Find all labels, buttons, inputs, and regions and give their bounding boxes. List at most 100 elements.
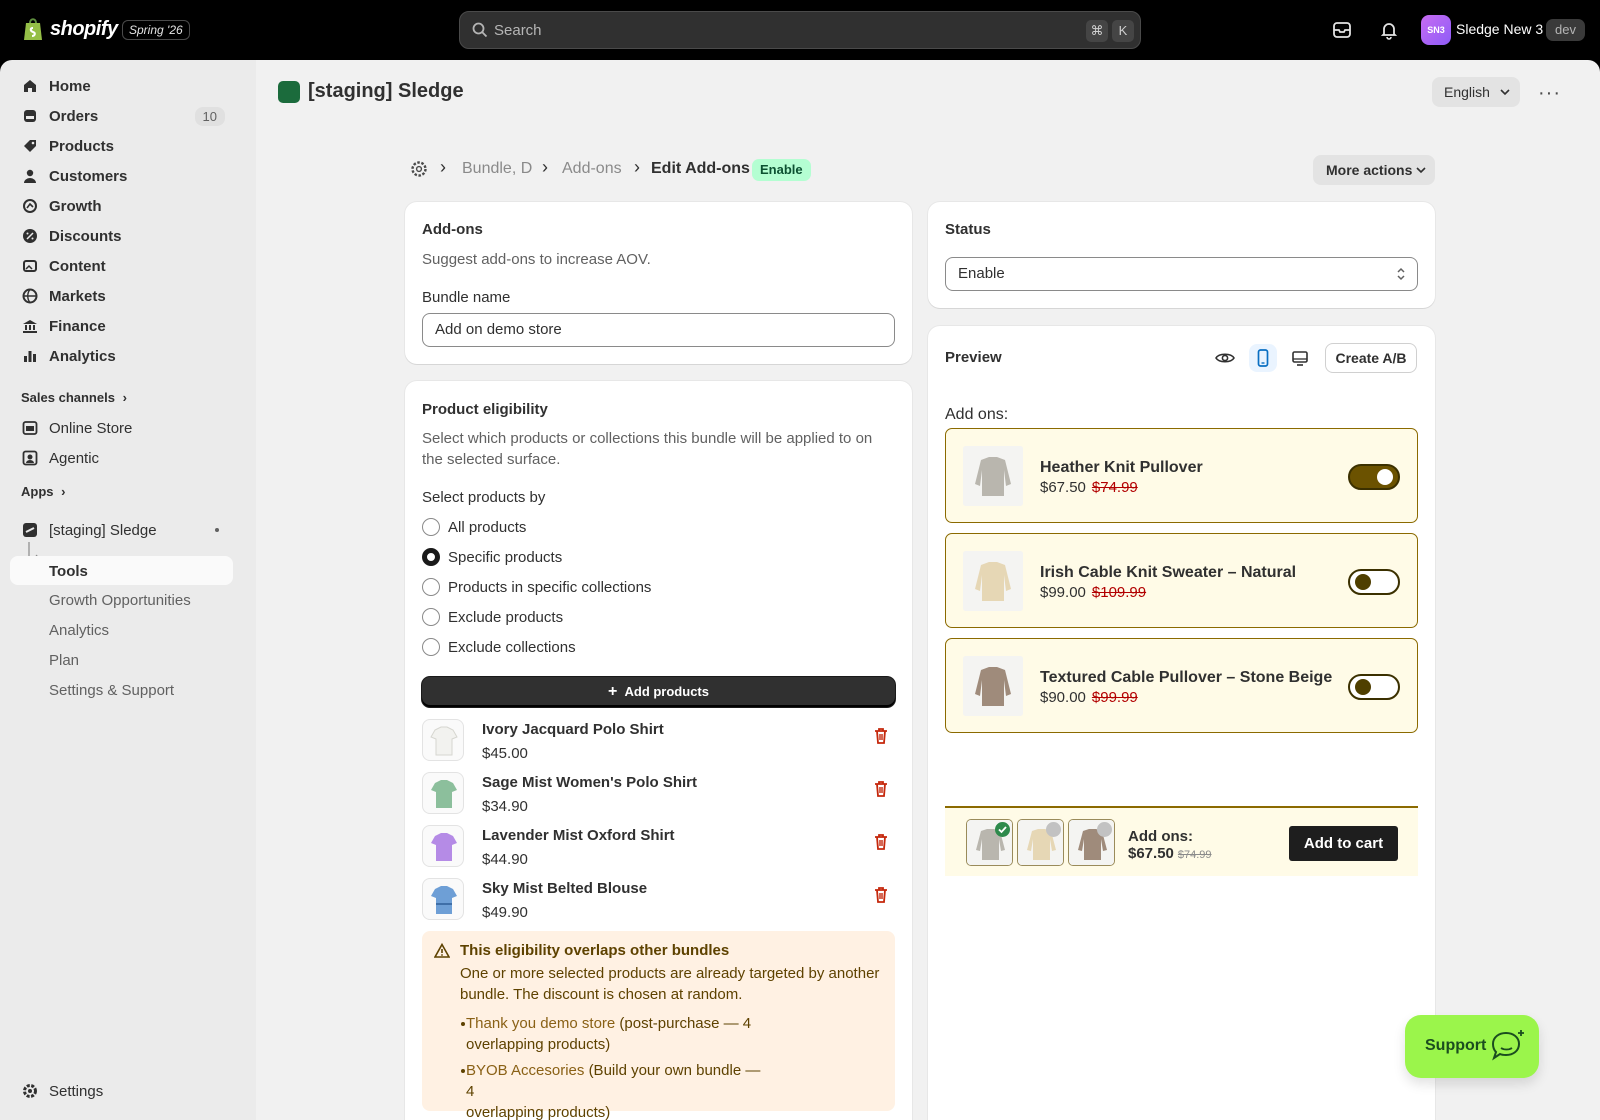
breadcrumb-addons[interactable]: Add-ons xyxy=(562,160,622,178)
support-label: Support xyxy=(1425,1037,1487,1054)
preview-desktop-button[interactable] xyxy=(1286,344,1314,372)
trash-icon[interactable] xyxy=(873,727,889,745)
addon-thumbnail xyxy=(963,551,1023,611)
radio-products-in-collections[interactable] xyxy=(422,578,440,596)
radio-exclude-collections[interactable] xyxy=(422,638,440,656)
addon-name: Heather Knit Pullover xyxy=(1040,459,1203,476)
sticky-old-price: $74.99 xyxy=(1177,849,1212,861)
sidebar-item-agentic[interactable]: Agentic xyxy=(10,444,233,472)
addon-price: $67.50 $74.99 xyxy=(1040,479,1138,496)
sledge-app-icon xyxy=(23,523,37,537)
person-icon xyxy=(24,169,36,183)
sticky-thumb[interactable] xyxy=(1068,819,1115,866)
trash-icon[interactable] xyxy=(873,780,889,798)
radio-exclude-products[interactable] xyxy=(422,608,440,626)
shopify-logo[interactable]: shopify xyxy=(22,16,118,42)
sidebar-subitem-analytics[interactable]: Analytics xyxy=(49,622,109,639)
more-options-icon[interactable]: ··· xyxy=(1538,82,1561,105)
product-thumbnail xyxy=(422,772,464,814)
radio-specific-products[interactable] xyxy=(422,548,440,566)
support-button[interactable]: Support xyxy=(1405,1015,1539,1078)
sidebar-item-growth[interactable]: Growth xyxy=(10,192,233,220)
page-title: [staging] Sledge xyxy=(308,80,464,102)
sidebar-item-label: Discounts xyxy=(49,228,122,245)
sticky-label: Add ons: xyxy=(1128,828,1193,845)
status-select[interactable]: Enable xyxy=(945,257,1418,291)
sticky-thumb[interactable] xyxy=(1017,819,1064,866)
overlap-detail: overlapping products) xyxy=(466,1036,611,1053)
radio-all-products[interactable] xyxy=(422,518,440,536)
overlap-link-thank-you[interactable]: Thank you demo store xyxy=(466,1015,615,1032)
addon-toggle[interactable] xyxy=(1348,569,1400,595)
apps-heading[interactable]: Apps › xyxy=(21,484,65,499)
sidebar-item-analytics[interactable]: Analytics xyxy=(10,342,233,370)
search-bar[interactable]: Search ⌘ K xyxy=(459,11,1141,49)
status-card: Status Enable xyxy=(928,202,1435,308)
growth-icon xyxy=(23,199,37,213)
overlap-link-byob[interactable]: BYOB Accesories xyxy=(466,1062,584,1079)
settings-gear-icon[interactable] xyxy=(410,160,428,178)
create-ab-button[interactable]: Create A/B xyxy=(1325,343,1417,373)
language-label: English xyxy=(1444,84,1490,100)
store-icon xyxy=(22,421,38,435)
bell-icon[interactable] xyxy=(1378,19,1400,41)
top-bar: shopify Spring '26 Search ⌘ K SN3 Sledge… xyxy=(0,0,1600,60)
more-actions-button[interactable]: More actions xyxy=(1313,155,1435,185)
sidebar-item-label: Finance xyxy=(49,318,106,335)
overlap-item-1: Thank you demo store (post-purchase — 4 … xyxy=(466,1013,766,1055)
chevron-right-icon: › xyxy=(61,484,66,499)
shortcut-command-key: ⌘ xyxy=(1086,20,1108,42)
sidebar-item-content[interactable]: Content xyxy=(10,252,233,280)
sticky-thumb[interactable] xyxy=(966,819,1013,866)
agentic-icon xyxy=(22,450,38,466)
sidebar-item-customers[interactable]: Customers xyxy=(10,162,233,190)
warning-body: One or more selected products are alread… xyxy=(460,963,885,1005)
sidebar-subitem-tools[interactable]: Tools xyxy=(49,563,88,580)
product-name: Ivory Jacquard Polo Shirt xyxy=(482,721,664,738)
trash-icon[interactable] xyxy=(873,833,889,851)
sidebar-item-label: Settings xyxy=(49,1083,104,1100)
sidebar-item-markets[interactable]: Markets xyxy=(10,282,233,310)
addon-toggle[interactable] xyxy=(1348,464,1400,490)
search-placeholder: Search xyxy=(494,22,542,39)
sidebar-subitem-growth-opportunities[interactable]: Growth Opportunities xyxy=(49,592,191,609)
store-avatar[interactable]: SN3 xyxy=(1421,15,1451,45)
addon-toggle[interactable] xyxy=(1348,674,1400,700)
add-to-cart-button[interactable]: Add to cart xyxy=(1289,826,1398,861)
sidebar-item-online-store[interactable]: Online Store xyxy=(10,414,233,442)
sidebar-item-home[interactable]: Home xyxy=(10,72,233,100)
sidebar-item-orders[interactable]: Orders 10 xyxy=(10,102,233,130)
sidebar-item-discounts[interactable]: Discounts xyxy=(10,222,233,250)
sidebar-subitem-plan[interactable]: Plan xyxy=(49,652,79,669)
product-thumbnail xyxy=(422,878,464,920)
addon-current-price: $67.50 xyxy=(1040,479,1086,496)
toggle-knob xyxy=(1377,469,1393,485)
warning-icon xyxy=(434,943,450,958)
content-icon xyxy=(23,260,37,272)
sidebar-item-sledge-app[interactable]: [staging] Sledge xyxy=(10,516,233,544)
inbox-icon[interactable] xyxy=(1331,19,1353,41)
preview-addons-label: Add ons: xyxy=(945,406,1009,423)
sidebar-item-finance[interactable]: Finance xyxy=(10,312,233,340)
breadcrumb-bundle[interactable]: Bundle, D xyxy=(462,160,532,178)
select-arrows-icon xyxy=(1397,267,1405,281)
preview-eye-button[interactable] xyxy=(1211,344,1239,372)
sidebar-item-settings[interactable]: Settings xyxy=(10,1077,233,1105)
sidebar-item-products[interactable]: Products xyxy=(10,132,233,160)
bundle-name-input[interactable]: Add on demo store xyxy=(422,313,895,347)
sidebar-subitem-settings-support[interactable]: Settings & Support xyxy=(49,682,174,699)
sidebar-item-label: Growth xyxy=(49,198,102,215)
add-products-button[interactable]: + Add products xyxy=(422,677,895,707)
language-select[interactable]: English xyxy=(1432,77,1520,107)
globe-icon xyxy=(22,288,38,304)
preview-mobile-button[interactable] xyxy=(1249,344,1277,372)
store-name[interactable]: Sledge New 3 xyxy=(1456,21,1543,37)
trash-icon[interactable] xyxy=(873,886,889,904)
product-price: $49.90 xyxy=(482,904,528,921)
pin-dot-icon xyxy=(215,528,219,532)
orders-count-badge: 10 xyxy=(194,107,225,126)
sales-channels-heading[interactable]: Sales channels › xyxy=(21,390,127,405)
app-header: [staging] Sledge xyxy=(278,80,464,103)
sticky-price: $67.50 xyxy=(1128,845,1174,862)
home-icon xyxy=(24,80,36,92)
